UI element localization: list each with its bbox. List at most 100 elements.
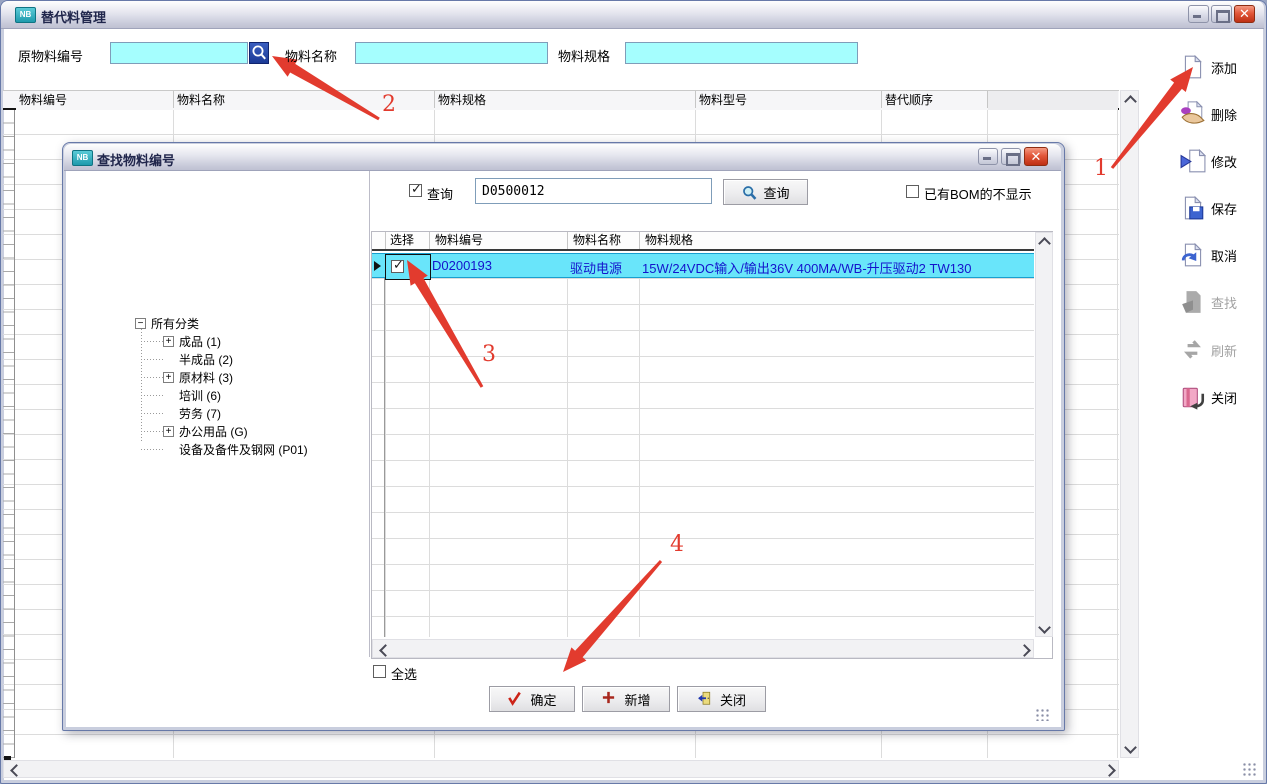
scroll-right-button[interactable]	[1102, 761, 1118, 777]
scroll-left-button[interactable]	[6, 761, 22, 777]
dialog-minimize-button[interactable]	[978, 148, 998, 165]
results-column-header-0[interactable]: 选择	[387, 232, 427, 249]
maximize-icon	[1006, 153, 1020, 166]
scroll-up-button[interactable]	[1036, 233, 1052, 249]
chevron-left-icon	[379, 644, 392, 657]
form-input-2[interactable]	[625, 42, 858, 64]
sidebar-button-label: 添加	[1211, 58, 1237, 77]
tree-item-6[interactable]: + 办公用品 (G)	[163, 423, 248, 439]
results-column-header-2[interactable]: 物料名称	[570, 232, 640, 249]
main-column-header-3[interactable]: 物料型号	[696, 91, 882, 110]
door-exit-icon	[697, 690, 715, 708]
form-input-1[interactable]	[355, 42, 548, 64]
expand-icon[interactable]: +	[163, 336, 174, 347]
header-divider	[567, 232, 568, 249]
results-column-header-1[interactable]: 物料编号	[432, 232, 565, 249]
results-vertical-scrollbar[interactable]	[1035, 232, 1053, 637]
annotation-number-3: 3	[482, 342, 496, 367]
grid-column-line	[639, 253, 640, 637]
main-column-header-2[interactable]: 物料规格	[435, 91, 696, 110]
window-resize-grip[interactable]	[1242, 762, 1257, 776]
sidebar-button-label: 刷新	[1211, 341, 1237, 360]
tree-item-label: 成品 (1)	[179, 333, 221, 350]
scroll-down-button[interactable]	[1121, 740, 1138, 757]
main-column-header-0[interactable]: 物料编号	[16, 91, 174, 110]
scroll-right-button[interactable]	[1017, 641, 1033, 657]
dialog-maximize-button[interactable]	[1001, 148, 1021, 165]
minimize-icon	[1193, 15, 1201, 18]
material-lookup-button[interactable]	[249, 42, 269, 64]
refresh-icon	[1180, 337, 1206, 363]
maximize-button[interactable]	[1211, 5, 1232, 23]
magnifier-icon	[741, 184, 758, 201]
plus-icon	[601, 690, 619, 708]
tree-item-label: 半成品 (2)	[179, 351, 233, 368]
minimize-button[interactable]	[1188, 5, 1209, 23]
expand-icon[interactable]: +	[163, 426, 174, 437]
row-material-name: 驱动电源	[570, 258, 622, 277]
select-all-label: 全选	[391, 664, 417, 683]
scroll-down-button[interactable]	[1036, 621, 1052, 637]
dialog-close-button[interactable]: ✕	[1024, 147, 1048, 166]
sidebar-button-4[interactable]: 取消	[1180, 240, 1264, 270]
form-label-2: 物料规格	[558, 46, 610, 65]
main-vertical-scrollbar[interactable]	[1120, 90, 1139, 758]
results-header: 选择物料编号物料名称物料规格	[372, 232, 1034, 251]
close-button[interactable]: ✕	[1234, 5, 1255, 23]
collapse-icon[interactable]: −	[135, 318, 146, 329]
tree-item-0[interactable]: −所有分类	[135, 315, 199, 331]
dialog-button-关闭[interactable]: 关闭	[677, 686, 766, 712]
tree-item-7[interactable]: 设备及备件及钢网 (P01)	[163, 441, 308, 457]
row-select-cell[interactable]: ✓	[385, 254, 431, 280]
tree-item-label: 原材料 (3)	[179, 369, 233, 386]
dialog-button-确定[interactable]: 确定	[489, 686, 575, 712]
form-input-0[interactable]	[110, 42, 248, 64]
sidebar-button-3[interactable]: 保存	[1180, 193, 1264, 223]
scroll-left-button[interactable]	[375, 641, 391, 657]
sidebar-button-5: 查找	[1180, 287, 1264, 317]
chevron-up-icon	[1124, 95, 1137, 108]
minimize-icon	[983, 157, 991, 160]
dialog-resize-grip[interactable]	[1035, 708, 1049, 721]
chevron-right-icon	[1103, 764, 1116, 777]
add-document-icon	[1180, 54, 1206, 80]
row-checkbox[interactable]: ✓	[391, 260, 404, 273]
bom-filter-label: 已有BOM的不显示	[924, 184, 1032, 203]
results-horizontal-scrollbar[interactable]	[372, 639, 1034, 658]
close-icon: ✕	[1025, 148, 1047, 165]
select-all-checkbox[interactable]	[373, 665, 386, 678]
query-button[interactable]: 查询	[723, 179, 808, 205]
close-icon: ✕	[1235, 6, 1254, 22]
bom-filter-checkbox[interactable]	[906, 185, 919, 198]
tree-item-label: 办公用品 (G)	[179, 423, 248, 440]
tree-item-5[interactable]: 劳务 (7)	[163, 405, 221, 421]
sidebar-button-label: 修改	[1211, 152, 1237, 171]
main-column-header-5[interactable]	[988, 91, 1118, 110]
query-checkbox[interactable]: ✓	[409, 184, 422, 197]
tree-item-4[interactable]: 培训 (6)	[163, 387, 221, 403]
query-input[interactable]	[475, 178, 712, 204]
tree-item-3[interactable]: + 原材料 (3)	[163, 369, 233, 385]
query-button-label: 查询	[763, 183, 789, 202]
panel-divider	[369, 171, 370, 657]
results-record-selector	[372, 253, 385, 637]
main-horizontal-scrollbar[interactable]	[3, 760, 1119, 778]
annotation-number-2: 2	[382, 92, 396, 117]
main-column-header-4[interactable]: 替代顺序	[882, 91, 988, 110]
grid-column-line	[429, 253, 430, 637]
result-row[interactable]: ✓ D0200193 驱动电源 15W/24VDC输入/输出36V 400MA/…	[372, 253, 1034, 278]
expand-icon[interactable]: +	[163, 372, 174, 383]
sidebar-button-2[interactable]: 修改	[1180, 146, 1264, 176]
sidebar-button-1[interactable]: 删除	[1180, 99, 1264, 129]
dialog-button-新增[interactable]: 新增	[582, 686, 670, 712]
header-divider	[429, 232, 430, 249]
scroll-up-button[interactable]	[1121, 91, 1138, 108]
button-label: 确定	[530, 690, 556, 709]
main-table-record-selector	[3, 110, 15, 758]
results-column-header-3[interactable]: 物料规格	[642, 232, 1032, 249]
tree-item-2[interactable]: 半成品 (2)	[163, 351, 233, 367]
sidebar-button-7[interactable]: 关闭	[1180, 382, 1264, 412]
annotation-number-4: 4	[670, 532, 684, 557]
sidebar-button-0[interactable]: 添加	[1180, 52, 1264, 82]
tree-item-1[interactable]: + 成品 (1)	[163, 333, 221, 349]
